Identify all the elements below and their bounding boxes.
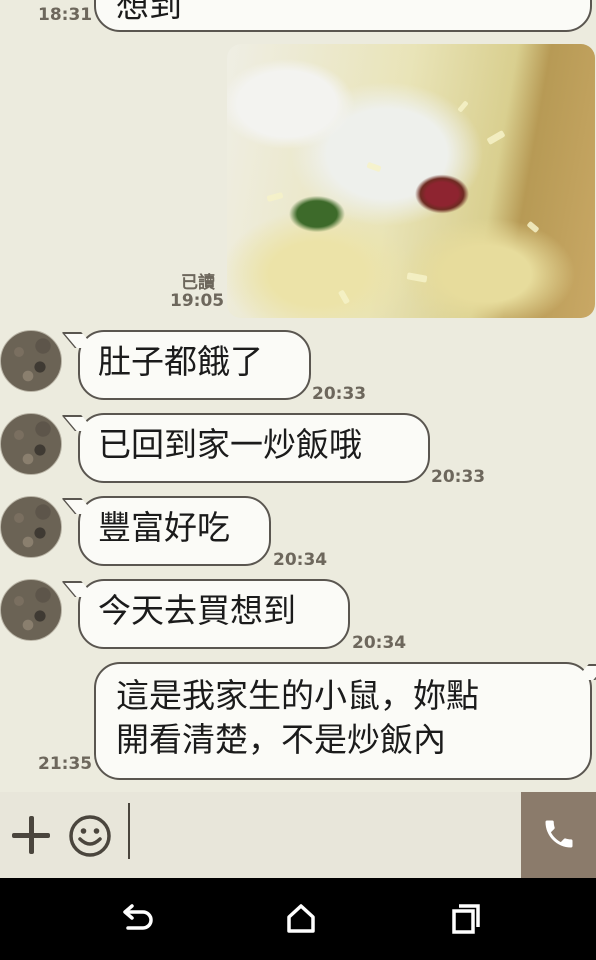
message-time: 20:34 <box>352 633 407 653</box>
incoming-message-bubble[interactable]: 豐富好吃 <box>78 496 271 566</box>
input-divider <box>128 803 130 859</box>
message-text: 今天去買想到 <box>98 591 296 630</box>
message-time: 19:05 <box>170 291 225 311</box>
read-receipt: 已讀 <box>181 273 215 293</box>
home-icon[interactable] <box>285 902 317 940</box>
incoming-message-bubble[interactable]: 已回到家一炒飯哦 <box>78 413 430 483</box>
incoming-message-bubble[interactable]: 今天去買想到 <box>78 579 350 649</box>
outgoing-message-bubble[interactable]: 想到 <box>94 0 592 32</box>
message-text: 豐富好吃 <box>98 508 230 547</box>
message-text: 已回到家一炒飯哦 <box>98 425 362 464</box>
smile-icon[interactable] <box>68 814 112 858</box>
plus-icon[interactable] <box>12 816 50 854</box>
message-time: 21:35 <box>38 754 93 774</box>
contact-avatar[interactable] <box>0 413 62 475</box>
outgoing-message-bubble[interactable]: 這是我家生的小鼠，妳點 開看清楚，不是炒飯內 <box>94 662 592 780</box>
chat-area[interactable]: 18:31 想到 已讀 19:05 肚子都餓了 20:33 已回到家一炒飯哦 2… <box>0 0 596 792</box>
photo-message[interactable] <box>227 44 595 318</box>
message-text: 想到 <box>116 0 182 25</box>
contact-avatar[interactable] <box>0 330 62 392</box>
back-icon[interactable] <box>118 902 154 940</box>
message-text-line: 這是我家生的小鼠，妳點 <box>116 676 479 715</box>
contact-avatar[interactable] <box>0 579 62 641</box>
contact-avatar[interactable] <box>0 496 62 558</box>
message-time: 20:33 <box>431 467 486 487</box>
message-time: 20:33 <box>312 384 367 404</box>
message-time: 18:31 <box>38 5 93 25</box>
message-text-line: 開看清楚，不是炒飯內 <box>116 720 446 759</box>
message-time: 20:34 <box>273 550 328 570</box>
phone-icon <box>545 820 573 848</box>
recents-icon[interactable] <box>450 902 482 940</box>
incoming-message-bubble[interactable]: 肚子都餓了 <box>78 330 311 400</box>
message-text: 肚子都餓了 <box>98 342 263 381</box>
call-button[interactable] <box>521 792 596 878</box>
